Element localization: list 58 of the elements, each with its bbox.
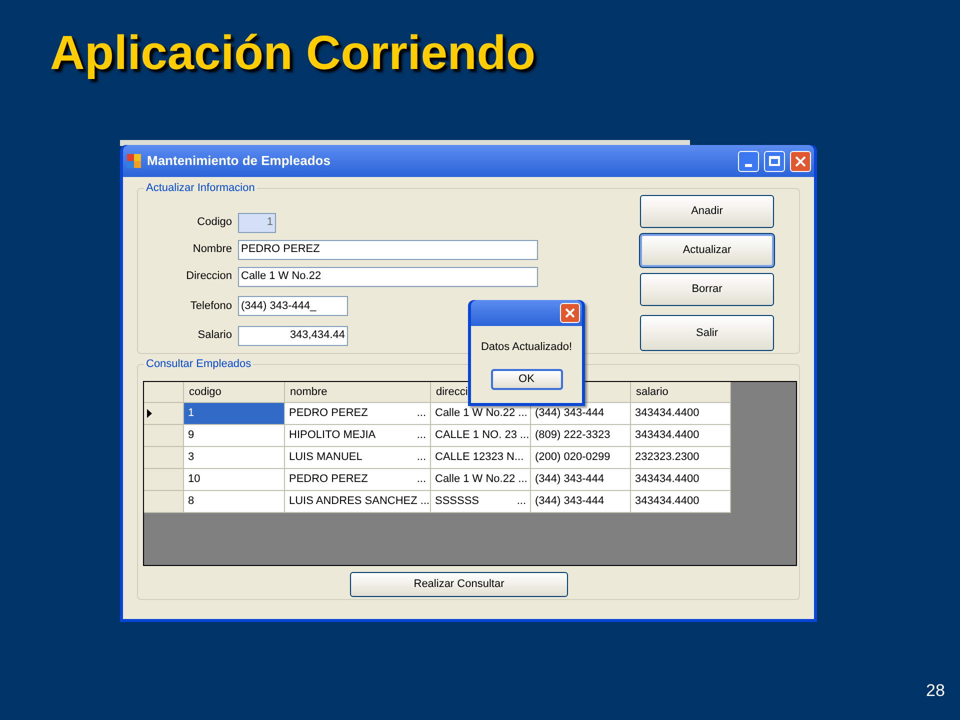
close-button[interactable] xyxy=(560,303,580,323)
table-cell: PEDRO PEREZ ... xyxy=(285,403,431,425)
table-cell: 8 xyxy=(184,491,285,513)
table-cell: 343434.4400 xyxy=(631,469,731,491)
table-cell: CALLE 1 NO. 23 ... xyxy=(431,425,531,447)
field-label: Direccion xyxy=(185,269,233,284)
input-field[interactable]: 343,434.44 xyxy=(238,326,348,346)
close-button[interactable] xyxy=(790,150,811,172)
column-header[interactable]: salario xyxy=(631,382,731,403)
page-number: 28 xyxy=(926,680,945,702)
field-label: Nombre xyxy=(192,242,233,258)
column-header[interactable]: nombre xyxy=(285,382,431,403)
table-cell: 343434.4400 xyxy=(631,425,731,447)
close-icon xyxy=(795,156,806,166)
slide-title: Aplicación Corriendo xyxy=(50,26,536,82)
group-title: Consultar Empleados xyxy=(144,357,254,371)
input-field[interactable]: Calle 1 W No.22 xyxy=(238,266,538,286)
table-cell: 10 xyxy=(184,469,285,491)
query-button[interactable]: Realizar Consultar xyxy=(350,572,568,597)
action-button[interactable]: Salir xyxy=(640,315,774,351)
close-icon xyxy=(565,308,575,318)
minimize-button[interactable] xyxy=(738,150,759,172)
table-cell: 3 xyxy=(184,447,285,469)
current-row-icon xyxy=(147,409,152,418)
table-cell: Calle 1 W No.22 ... xyxy=(431,403,531,425)
table-cell: (344) 343-444 xyxy=(531,491,631,513)
table-cell: CALLE 12323 N... xyxy=(431,447,531,469)
table-cell: 232323.2300 xyxy=(631,447,731,469)
field-label: Salario xyxy=(196,328,233,344)
window-title: Mantenimiento de Empleados xyxy=(147,152,332,170)
table-cell: PEDRO PEREZ ... xyxy=(285,469,431,491)
table-cell: 343434.4400 xyxy=(631,491,731,513)
input-field[interactable]: PEDRO PEREZ xyxy=(238,240,538,260)
table-cell: 343434.4400 xyxy=(631,403,731,425)
field-label: Codigo xyxy=(196,215,233,230)
action-button[interactable]: Anadir xyxy=(640,195,774,228)
row-header xyxy=(144,382,184,403)
table-cell: (344) 343-444 xyxy=(531,469,631,491)
dialog-message: Datos Actualizado! xyxy=(480,340,572,355)
table-cell: (200) 020-0299 xyxy=(531,447,631,469)
table-cell: SSSSSS ... xyxy=(431,491,531,513)
table-cell: (809) 222-3323 xyxy=(531,425,631,447)
ok-button[interactable]: OK xyxy=(490,368,562,390)
table-cell: Calle 1 W No.22 ... xyxy=(431,469,531,491)
app-icon xyxy=(126,153,142,169)
maximize-button[interactable] xyxy=(764,150,785,172)
table-cell: LUIS ANDRES SANCHEZ ... xyxy=(285,491,431,513)
table-cell: 1 xyxy=(184,403,285,425)
table-cell: (344) 343-444 xyxy=(531,403,631,425)
field-label: Telefono xyxy=(189,298,233,314)
action-button[interactable]: Borrar xyxy=(640,273,774,306)
input-field[interactable]: (344) 343-444_ xyxy=(238,296,348,316)
table-cell: 9 xyxy=(184,425,285,447)
action-button[interactable]: Actualizar xyxy=(640,234,774,267)
table-cell: HIPOLITO MEJIA ... xyxy=(285,425,431,447)
row-header[interactable] xyxy=(144,403,184,425)
column-header[interactable]: codigo xyxy=(184,382,285,403)
table-cell: LUIS MANUEL ... xyxy=(285,447,431,469)
